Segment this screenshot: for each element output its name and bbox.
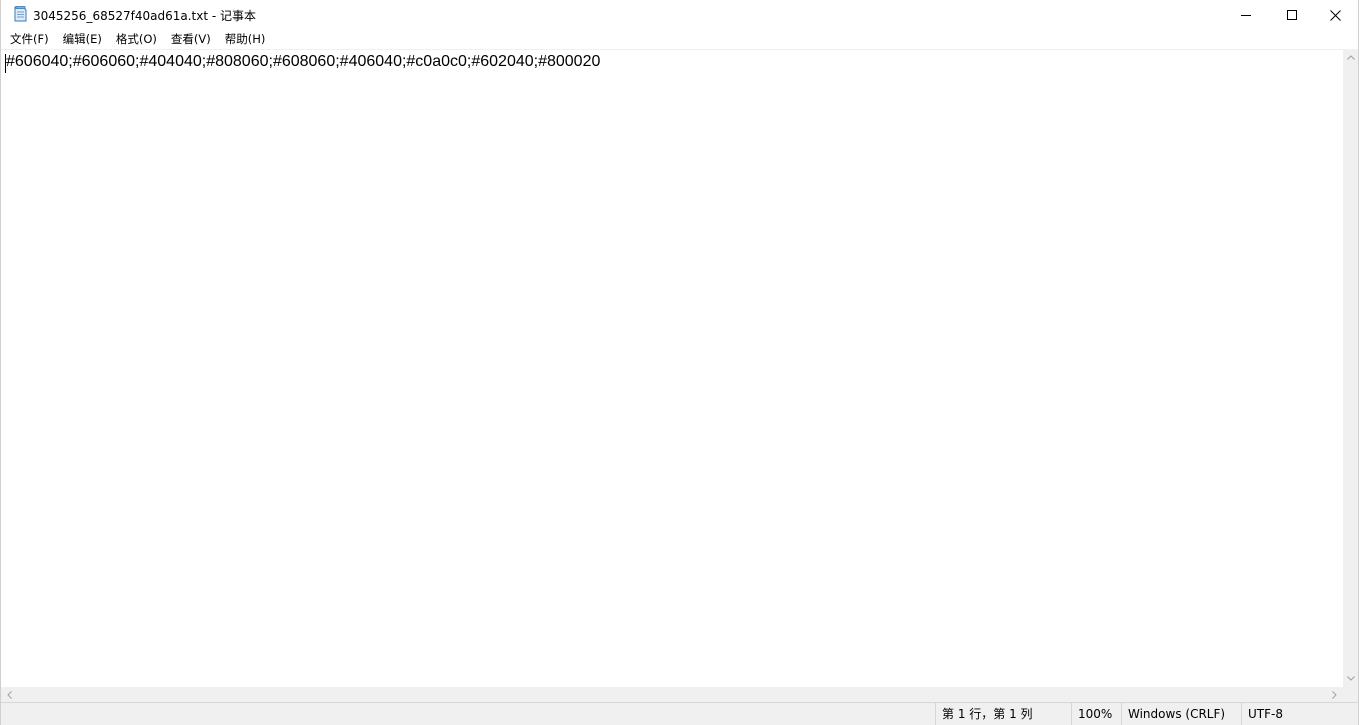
chevron-up-icon <box>1346 55 1355 60</box>
chevron-right-icon <box>1332 690 1337 699</box>
vertical-scrollbar[interactable] <box>1343 49 1358 687</box>
status-line-ending: Windows (CRLF) <box>1121 703 1241 725</box>
menu-format[interactable]: 格式(O) <box>109 30 164 49</box>
editor-content[interactable]: #606040;#606060;#404040;#808060;#608060;… <box>6 53 600 71</box>
text-editor[interactable]: #606040;#606060;#404040;#808060;#608060;… <box>1 49 1343 687</box>
close-icon <box>1329 9 1341 21</box>
menu-help[interactable]: 帮助(H) <box>218 30 273 49</box>
menu-file[interactable]: 文件(F) <box>1 30 56 49</box>
close-button[interactable] <box>1312 0 1358 30</box>
title-bar[interactable]: 3045256_68527f40ad61a.txt - 记事本 <box>1 0 1358 30</box>
maximize-icon <box>1287 10 1297 20</box>
horizontal-scrollbar[interactable] <box>1 687 1343 702</box>
window-title: 3045256_68527f40ad61a.txt - 记事本 <box>33 9 256 23</box>
menu-view[interactable]: 查看(V) <box>164 30 218 49</box>
notepad-window: 3045256_68527f40ad61a.txt - 记事本 文件(F) 编辑… <box>0 0 1359 725</box>
scrollbar-corner <box>1343 687 1358 702</box>
menu-edit[interactable]: 编辑(E) <box>56 30 109 49</box>
status-cursor-position: 第 1 行，第 1 列 <box>935 703 1071 725</box>
scroll-down-button[interactable] <box>1343 670 1358 687</box>
chevron-left-icon <box>7 690 12 699</box>
scroll-left-button[interactable] <box>1 687 18 702</box>
scroll-right-button[interactable] <box>1326 687 1343 702</box>
minimize-icon <box>1241 15 1251 16</box>
menu-bar: 文件(F) 编辑(E) 格式(O) 查看(V) 帮助(H) <box>1 30 1358 49</box>
status-encoding: UTF-8 <box>1241 703 1358 725</box>
chevron-down-icon <box>1346 676 1355 681</box>
scroll-up-button[interactable] <box>1343 49 1358 66</box>
minimize-button[interactable] <box>1223 0 1269 30</box>
status-zoom: 100% <box>1071 703 1121 725</box>
maximize-button[interactable] <box>1269 0 1315 30</box>
notepad-icon <box>12 6 28 22</box>
status-bar: 第 1 行，第 1 列 100% Windows (CRLF) UTF-8 <box>1 702 1358 725</box>
